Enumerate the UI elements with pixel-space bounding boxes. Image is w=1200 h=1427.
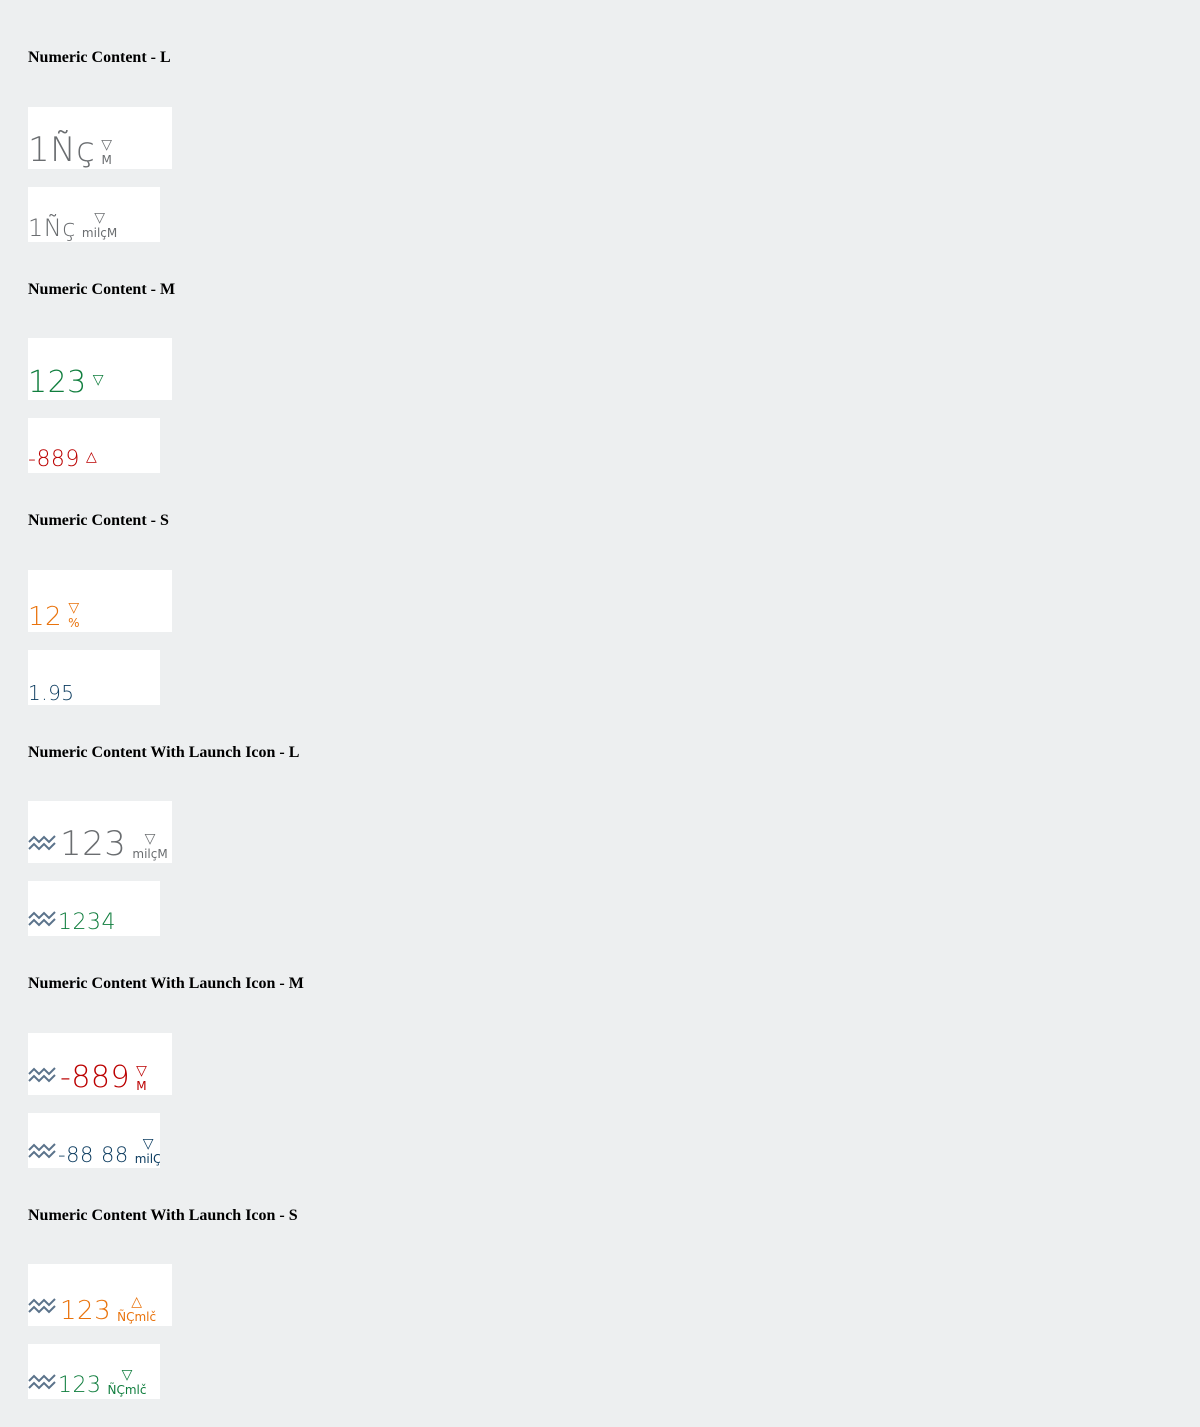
trend-down-icon: ▽ [92,372,104,388]
trend-down-icon: ▽ [101,137,113,153]
line-chart-icon [28,1143,56,1159]
numeric-value: 123 [60,824,127,863]
numeric-content: 1234 [28,909,116,934]
line-chart-icon [28,911,56,927]
numeric-content-tile[interactable]: 1Ñç ▽ milçM [28,187,160,242]
line-chart-icon [28,835,56,851]
scale-label: % [68,616,80,630]
numeric-content-tile[interactable]: 123 ▽ ÑÇmlč [28,1344,160,1399]
numeric-value: 1.95 [28,681,75,705]
indicator-group: ▽ % [68,600,79,630]
numeric-content: -88 88 ▽ milÇ [28,1136,160,1166]
scale-label: M [136,1079,147,1093]
numeric-value: 1Ñç [28,130,96,169]
numeric-value: 123 [60,1296,112,1326]
numeric-content: 123 ▽ [28,368,104,398]
section-title-numeric-content-l: Numeric Content - L [28,49,171,66]
scale-label: milçM [81,226,118,240]
numeric-content-tile[interactable]: 1234 [28,881,160,936]
indicator-group: ▽ M [101,137,112,167]
numeric-content: 12 ▽ % [28,600,80,630]
scale-label: M [101,153,112,167]
indicator-group: ▽ milçM [132,831,167,861]
numeric-content: 123 ▽ ÑÇmlč [28,1367,146,1397]
scale-label: ÑÇmlč [117,1310,157,1324]
indicator-group: ▽ M [136,1063,147,1093]
numeric-content-tile[interactable]: 1Ñç ▽ M [28,107,172,169]
scale-label: ÑÇmlč [107,1383,147,1397]
indicator-group: ▽ milÇ [135,1136,160,1166]
section-title-numeric-content-s: Numeric Content - S [28,512,169,529]
numeric-content-tile[interactable]: 1.95 [28,650,160,705]
section-title-launch-icon-m: Numeric Content With Launch Icon - M [28,975,304,992]
trend-down-icon: ▽ [144,831,156,847]
numeric-content-tile[interactable]: 12 ▽ % [28,570,172,632]
trend-down-icon: ▽ [136,1063,147,1079]
numeric-value: -889 [60,1060,131,1095]
numeric-value: 123 [28,365,87,400]
numeric-value: 1Ñç [28,214,76,242]
numeric-content: 1Ñç ▽ milçM [28,210,117,240]
numeric-value: 123 [58,1373,102,1398]
numeric-content: 1Ñç ▽ M [28,133,112,167]
scale-label: milçM [132,847,168,861]
trend-down-icon: ▽ [68,600,80,616]
trend-down-icon: ▽ [121,1367,133,1383]
numeric-content-tile[interactable]: -88 88 ▽ milÇ [28,1113,160,1168]
numeric-content-tile[interactable]: 123 ▽ [28,338,172,400]
section-title-launch-icon-s: Numeric Content With Launch Icon - S [28,1207,298,1224]
numeric-value: -88 88 [58,1143,129,1167]
line-chart-icon [28,1298,56,1314]
trend-up-icon: △ [85,449,97,465]
indicator-group: ▽ ÑÇmlč [108,1367,147,1397]
section-title-numeric-content-m: Numeric Content - M [28,281,176,298]
line-chart-icon [28,1067,56,1083]
trend-up-icon: △ [131,1294,143,1310]
indicator-group: △ ÑÇmlč [117,1294,156,1324]
numeric-value: 1234 [58,910,116,935]
indicator-group: ▽ milçM [82,210,117,240]
numeric-content-tile[interactable]: -889 △ [28,418,160,473]
numeric-value: -889 [28,447,80,472]
trend-down-icon: ▽ [142,1136,154,1152]
numeric-content-tile[interactable]: 123 ▽ milçM [28,801,172,863]
section-title-launch-icon-l: Numeric Content With Launch Icon - L [28,744,300,761]
numeric-value: 12 [28,602,63,632]
numeric-content: -889 ▽ M [28,1063,147,1093]
indicator-group: △ [86,449,97,465]
trend-down-icon: ▽ [94,210,105,226]
line-chart-icon [28,1374,56,1390]
numeric-content: 123 ▽ milçM [28,827,168,861]
numeric-content: -889 △ [28,449,97,471]
numeric-content-tile[interactable]: -889 ▽ M [28,1033,172,1095]
numeric-content-tile[interactable]: 123 △ ÑÇmlč [28,1264,172,1326]
numeric-content: 1.95 [28,683,75,703]
indicator-group: ▽ [93,372,104,388]
numeric-content: 123 △ ÑÇmlč [28,1294,156,1324]
scale-label: milÇ [134,1152,160,1166]
